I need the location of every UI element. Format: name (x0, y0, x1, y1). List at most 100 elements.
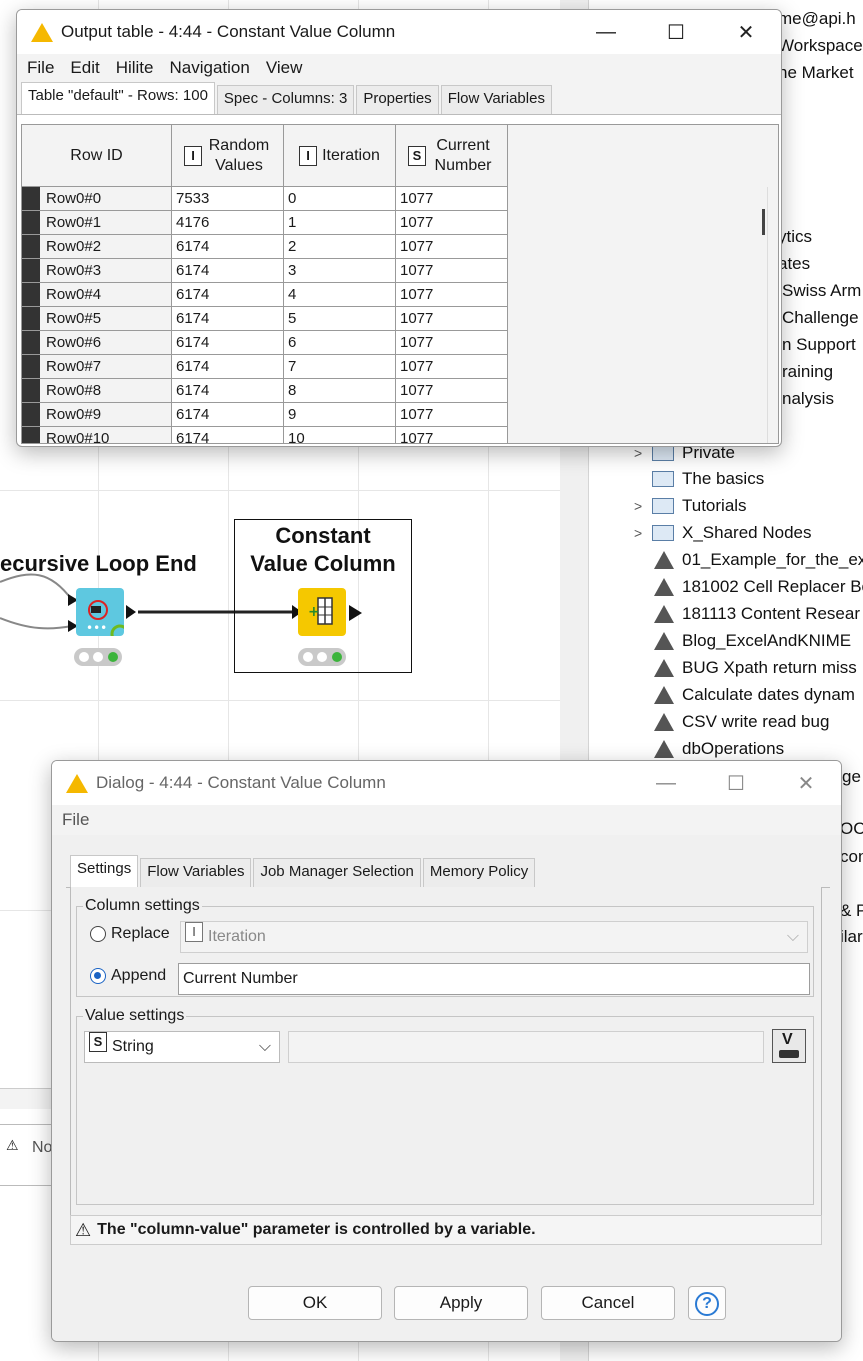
table-row[interactable]: Row0#1 4176 1 1077 (22, 211, 508, 235)
chevron-right-icon[interactable]: > (634, 498, 652, 514)
explorer-fragment-5[interactable]: n Support (782, 332, 856, 358)
tab-settings[interactable]: Settings (70, 855, 139, 887)
row-id-cell[interactable]: Row0#4 (22, 283, 172, 307)
explorer-fragment-11[interactable]: & P (840, 898, 863, 924)
table-cell[interactable]: 5 (284, 307, 396, 331)
explorer-fragment-6[interactable]: raining (782, 359, 833, 385)
menu-file[interactable]: File (62, 810, 89, 830)
menu-file[interactable]: File (27, 58, 54, 78)
ok-button[interactable]: OK (248, 1286, 382, 1320)
row-id-cell[interactable]: Row0#8 (22, 379, 172, 403)
table-cell[interactable]: 1077 (396, 403, 508, 427)
table-cell[interactable]: 9 (284, 403, 396, 427)
table-cell[interactable]: 6174 (172, 283, 284, 307)
append-column-name-input[interactable]: Current Number (178, 963, 810, 995)
column-header-current-number[interactable]: S Current Number (396, 125, 508, 187)
column-header-random-values[interactable]: I Random Values (172, 125, 284, 187)
table-cell[interactable]: 1077 (396, 187, 508, 211)
table-cell[interactable]: 1077 (396, 331, 508, 355)
workflow-item[interactable]: Blog_ExcelAndKNIME (654, 628, 851, 654)
table-scrollbar[interactable] (762, 209, 765, 235)
node-monitor-tab[interactable]: No (32, 1139, 52, 1157)
row-id-cell[interactable]: Row0#10 (22, 427, 172, 443)
append-radio-button[interactable] (90, 967, 106, 984)
maximize-icon[interactable]: ☐ (641, 20, 711, 45)
row-id-cell[interactable]: Row0#9 (22, 403, 172, 427)
workflow-item[interactable]: dbOperations (654, 736, 784, 762)
output-table-window[interactable]: Output table - 4:44 - Constant Value Col… (16, 9, 782, 447)
workflow-item[interactable]: BUG Xpath return miss (654, 655, 857, 681)
close-icon[interactable]: ✕ (711, 20, 781, 45)
chevron-right-icon[interactable]: > (634, 445, 652, 461)
maximize-icon[interactable]: ☐ (701, 771, 771, 796)
table-cell[interactable]: 6174 (172, 235, 284, 259)
row-id-cell[interactable]: Row0#6 (22, 331, 172, 355)
row-id-cell[interactable]: Row0#7 (22, 355, 172, 379)
table-row[interactable]: Row0#10 6174 10 1077 (22, 427, 508, 443)
close-icon[interactable]: ✕ (771, 771, 841, 796)
table-cell[interactable]: 7533 (172, 187, 284, 211)
table-row[interactable]: Row0#8 6174 8 1077 (22, 379, 508, 403)
menu-hilite[interactable]: Hilite (116, 58, 154, 78)
table-cell[interactable]: 1077 (396, 427, 508, 443)
explorer-fragment-7[interactable]: nalysis (782, 386, 834, 412)
workflow-item[interactable]: Calculate dates dynam (654, 682, 855, 708)
table-cell[interactable]: 6174 (172, 427, 284, 443)
folder-tutorials[interactable]: > Tutorials (634, 493, 747, 519)
table-cell[interactable]: 1077 (396, 283, 508, 307)
table-cell[interactable]: 0 (284, 187, 396, 211)
table-row[interactable]: Row0#4 6174 4 1077 (22, 283, 508, 307)
table-cell[interactable]: 1077 (396, 211, 508, 235)
workflow-item[interactable]: 01_Example_for_the_ex (654, 547, 863, 573)
row-id-cell[interactable]: Row0#3 (22, 259, 172, 283)
tab-job-manager[interactable]: Job Manager Selection (253, 858, 421, 887)
tab-properties[interactable]: Properties (356, 85, 439, 114)
constant-value-column-node[interactable]: + (298, 588, 346, 636)
table-row[interactable]: Row0#3 6174 3 1077 (22, 259, 508, 283)
menu-edit[interactable]: Edit (70, 58, 99, 78)
explorer-item-server[interactable]: me@api.h (778, 6, 856, 32)
table-cell[interactable]: 10 (284, 427, 396, 443)
table-cell[interactable]: 6174 (172, 379, 284, 403)
workflow-item[interactable]: 181002 Cell Replacer Bo (654, 574, 863, 600)
table-cell[interactable]: 1 (284, 211, 396, 235)
table-row[interactable]: Row0#7 6174 7 1077 (22, 355, 508, 379)
row-id-cell[interactable]: Row0#0 (22, 187, 172, 211)
table-row[interactable]: Row0#9 6174 9 1077 (22, 403, 508, 427)
out-port[interactable] (348, 604, 364, 622)
table-cell[interactable]: 6174 (172, 307, 284, 331)
tab-spec[interactable]: Spec - Columns: 3 (216, 85, 355, 114)
folder-the-basics[interactable]: The basics (652, 466, 764, 492)
table-cell[interactable]: 1077 (396, 259, 508, 283)
table-cell[interactable]: 3 (284, 259, 396, 283)
value-type-select[interactable]: S String ⌵ (84, 1031, 280, 1063)
table-cell[interactable]: 6174 (172, 259, 284, 283)
help-button[interactable]: ? (688, 1286, 726, 1320)
minimize-icon[interactable]: — (571, 21, 641, 44)
value-input[interactable] (288, 1031, 764, 1063)
recursive-loop-end-node[interactable]: ••• (76, 588, 130, 644)
explorer-fragment-2[interactable]: ates (778, 251, 810, 277)
explorer-fragment-10[interactable]: con (840, 844, 863, 870)
replace-radio-button[interactable] (90, 925, 106, 942)
table-cell[interactable]: 4176 (172, 211, 284, 235)
data-table[interactable]: Row ID I Random Values I Iteration S Cur… (21, 124, 779, 444)
table-cell[interactable]: 1077 (396, 379, 508, 403)
apply-button[interactable]: Apply (394, 1286, 528, 1320)
table-cell[interactable]: 6 (284, 331, 396, 355)
tab-memory-policy[interactable]: Memory Policy (422, 858, 536, 887)
menu-navigation[interactable]: Navigation (170, 58, 250, 78)
column-header-rowid[interactable]: Row ID (22, 125, 172, 187)
table-cell[interactable]: 6174 (172, 403, 284, 427)
table-cell[interactable]: 4 (284, 283, 396, 307)
tab-flow-variables[interactable]: Flow Variables (140, 858, 252, 887)
dialog-titlebar[interactable]: Dialog - 4:44 - Constant Value Column — … (52, 761, 841, 805)
table-cell[interactable]: 8 (284, 379, 396, 403)
table-cell[interactable]: 7 (284, 355, 396, 379)
table-cell[interactable]: 1077 (396, 235, 508, 259)
row-id-cell[interactable]: Row0#5 (22, 307, 172, 331)
table-row[interactable]: Row0#2 6174 2 1077 (22, 235, 508, 259)
row-id-cell[interactable]: Row0#1 (22, 211, 172, 235)
append-radio[interactable]: Append (90, 967, 166, 985)
table-row[interactable]: Row0#0 7533 0 1077 (22, 187, 508, 211)
